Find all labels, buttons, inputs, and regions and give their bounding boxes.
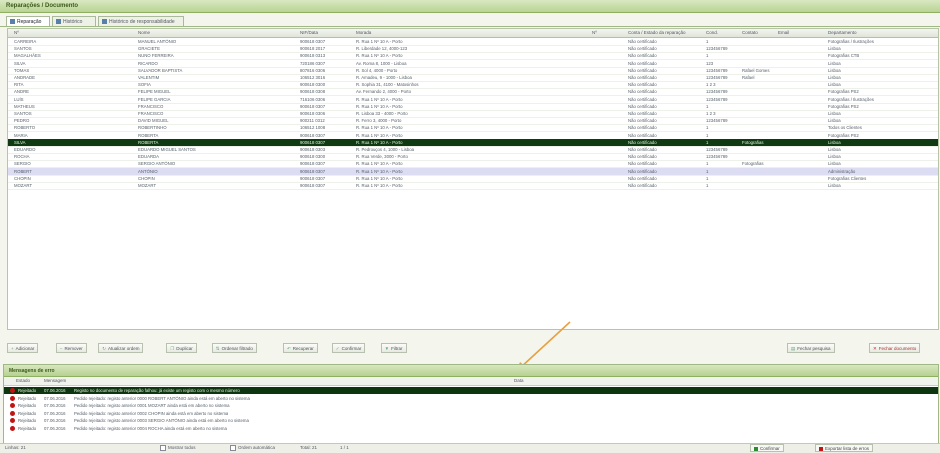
arrow-line — [519, 321, 571, 369]
messages-header: Estado Mensagem Data — [4, 377, 938, 386]
error-icon — [10, 425, 15, 431]
message-cell: 07.06.2016 — [44, 403, 66, 408]
export-errors-button[interactable]: Exportar lista de erros — [815, 444, 874, 452]
message-row[interactable]: Rejeitado 07.06.2016 Pedido rejeitado: reg… — [4, 425, 938, 432]
error-icon — [10, 410, 15, 416]
error-icon — [10, 418, 15, 423]
messages-col-mensagem: Mensagem — [44, 378, 67, 383]
message-cell: 07.06.2016 — [44, 395, 66, 401]
export-icon — [819, 446, 823, 451]
message-row[interactable]: Rejeitado 07.06.2016 Pedido rejeitado: reg… — [4, 402, 938, 409]
message-cell: 07.06.2016 — [44, 418, 66, 423]
check-icon — [754, 446, 758, 451]
message-cell: Rejeitado — [18, 418, 37, 423]
message-cell: Rejeitado — [18, 395, 37, 401]
message-cell: 07.06.2016 — [44, 410, 66, 416]
message-row[interactable]: Rejeitado 07.06.2016 Pedido rejeitado: reg… — [4, 395, 938, 402]
row-count: Total: 21 — [300, 445, 318, 450]
message-cell: Rejeitado — [18, 410, 37, 416]
message-cell: Pedido rejeitado: registo anterior 0002 … — [74, 410, 229, 416]
message-cell: Rejeitado — [18, 425, 37, 431]
message-cell: Pedido rejeitado: registo anterior 0001 … — [74, 403, 230, 408]
messages-titlebar: Mensagens de erro — [4, 365, 938, 377]
message-cell: 07.06.2016 — [44, 388, 66, 393]
messages-col-estado: Estado — [16, 378, 31, 383]
error-icon — [10, 395, 15, 401]
message-cell: Pedido rejeitado: registo anterior 0004 … — [74, 425, 227, 431]
error-icon — [10, 388, 15, 393]
message-cell: Registo no documento de reparação falhou… — [74, 388, 240, 393]
status-left: Linhas: 21 — [5, 445, 26, 450]
confirm-button[interactable]: Confirmar — [750, 444, 784, 452]
message-cell: Rejeitado — [18, 403, 37, 408]
show-all-checkbox[interactable]: Mostrar todos — [160, 445, 196, 451]
message-cell: 07.06.2016 — [44, 425, 66, 431]
message-cell: Pedido rejeitado: registo anterior 0000 … — [74, 395, 250, 401]
messages-title: Mensagens de erro — [9, 368, 55, 374]
message-row[interactable]: Rejeitado 07.06.2016 Pedido rejeitado: reg… — [4, 417, 938, 424]
messages-col-data: Data — [514, 378, 524, 383]
message-row[interactable]: Rejeitado 07.06.2016 Registo no documento … — [4, 387, 938, 394]
messages-panel: Mensagens de erro Estado Mensagem Data R… — [3, 364, 939, 444]
message-cell: Rejeitado — [18, 388, 37, 393]
checkbox-icon — [230, 445, 236, 451]
auto-order-checkbox[interactable]: Ordem automática — [230, 445, 275, 451]
message-cell: Pedido rejeitado: registo anterior 0003 … — [74, 418, 249, 423]
page-indicator: 1 / 1 — [340, 445, 349, 450]
checkbox-icon — [160, 445, 166, 451]
message-row[interactable]: Rejeitado 07.06.2016 Pedido rejeitado: reg… — [4, 410, 938, 417]
error-icon — [10, 403, 15, 408]
